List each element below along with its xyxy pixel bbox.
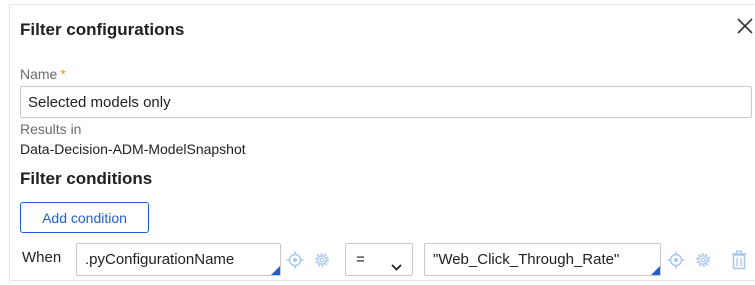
dialog-title: Filter configurations (20, 20, 185, 39)
chevron-down-icon (390, 254, 403, 271)
condition-when-label: When (22, 249, 62, 266)
condition-left-field[interactable]: .pyConfigurationName (76, 243, 281, 276)
condition-right-field[interactable]: "Web_Click_Through_Rate" (424, 243, 661, 276)
gear-icon[interactable] (313, 251, 331, 269)
results-in-value: Data-Decision-ADM-ModelSnapshot (20, 141, 246, 157)
operator-value: = (356, 251, 365, 268)
trash-icon[interactable] (730, 250, 748, 270)
filter-configurations-dialog: Filter configurations Name* Results in D… (9, 4, 755, 283)
name-label: Name * (20, 66, 66, 82)
target-icon[interactable] (667, 251, 685, 269)
filter-conditions-heading: Filter conditions (20, 169, 153, 188)
divider (10, 280, 755, 281)
operator-select[interactable]: = (345, 243, 413, 276)
target-icon[interactable] (286, 251, 304, 269)
autocomplete-corner-icon (271, 266, 280, 275)
required-marker: * (60, 66, 66, 82)
close-icon[interactable] (734, 15, 755, 37)
gear-icon[interactable] (694, 251, 712, 269)
results-in-label: Results in (20, 121, 82, 137)
condition-right-value: "Web_Click_Through_Rate" (433, 251, 620, 268)
add-condition-button[interactable]: Add condition (20, 202, 149, 233)
condition-left-value: .pyConfigurationName (85, 251, 235, 268)
name-label-text: Name (20, 66, 58, 82)
autocomplete-corner-icon (651, 266, 660, 275)
name-input[interactable] (20, 86, 752, 118)
